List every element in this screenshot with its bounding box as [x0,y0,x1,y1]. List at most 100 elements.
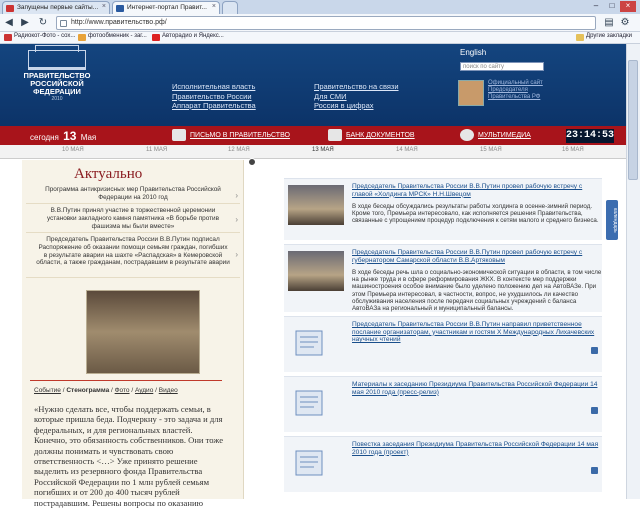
link-apparatus[interactable]: Аппарат Правительства [172,101,256,111]
page-menu-icon[interactable]: ▤ [602,16,616,30]
date-item[interactable]: 12 МАЯ [228,147,250,153]
close-window-icon[interactable]: × [620,1,636,12]
chevron-right-icon: › [235,190,238,200]
date-item[interactable]: 10 МАЯ [62,147,84,153]
link-media[interactable]: Для СМИ [314,92,399,102]
meeting-photo[interactable] [86,290,200,374]
header-links-2: Правительство на связи Для СМИ Россия в … [314,82,399,111]
actual-item[interactable]: Председатель Правительства России В.В.Пу… [26,234,240,278]
new-tab-button[interactable] [222,1,238,14]
tab-audio[interactable]: Аудио [135,387,153,394]
arrow-icon[interactable] [591,407,598,414]
minimize-icon[interactable]: – [588,1,604,12]
date-item[interactable]: 11 МАЯ [146,147,167,153]
tab-event[interactable]: Событие [34,387,61,394]
today-label: сегодня [30,133,59,142]
news-item[interactable]: Повестка заседания Президиума Правительс… [284,436,602,492]
address-bar[interactable]: http://www.правительство.рф/ [56,16,596,30]
news-item[interactable]: Председатель Правительства России В.В.Пу… [284,244,602,312]
tab-photo[interactable]: Фото [115,387,130,394]
quote-text: «Нужно сделать все, чтобы поддержать сем… [34,404,224,508]
link-contact[interactable]: Правительство на связи [314,82,399,92]
today-day: 13 [63,129,77,143]
news-item[interactable]: Материалы к заседанию Президиума Правите… [284,376,602,432]
documents-icon [328,129,342,141]
news-item[interactable]: Председатель Правительства России В.В.Пу… [284,178,602,240]
document-icon [295,330,323,356]
tab-video[interactable]: Видео [159,387,178,394]
red-menu-bar: сегодня 13 Мая ПИСЬМО В ПРАВИТЕЛЬСТВО БА… [0,126,640,145]
date-item[interactable]: 16 МАЯ [562,147,584,153]
date-item-current[interactable]: 13 МАЯ [312,147,334,153]
news-item[interactable]: Председатель Правительства России В.В.Пу… [284,316,602,372]
link-russia-figures[interactable]: Россия в цифрах [314,101,399,111]
actual-item[interactable]: Программа антикризисных мер Правительств… [26,184,240,204]
chevron-right-icon: › [235,250,238,260]
calendar-side-tab[interactable]: календарь [606,200,618,240]
close-icon[interactable]: × [102,3,106,10]
news-photo[interactable] [288,185,344,225]
clock: 23:14:53 [566,129,615,143]
news-desc: В ходе беседы обсуждались результаты раб… [352,203,599,225]
actual-item[interactable]: В.В.Путин принял участие в торжественной… [26,205,240,233]
chevron-right-icon: › [235,214,238,224]
date-strip: 10 МАЯ 11 МАЯ 12 МАЯ 13 МАЯ 14 МАЯ 15 МА… [0,145,640,159]
news-title[interactable]: Повестка заседания Президиума Правительс… [352,441,602,456]
date-item[interactable]: 14 МАЯ [396,147,418,153]
timeline-knob[interactable] [248,158,256,166]
arrow-icon[interactable] [591,467,598,474]
logo-text: ПРАВИТЕЛЬСТВО РОССИЙСКОЙ ФЕДЕРАЦИИ [23,71,91,96]
page-icon [60,20,67,27]
search-input[interactable]: поиск по сайту [460,62,544,71]
bookmarks-bar: Радиокот-Фото - сох... фотообменник - за… [0,32,640,44]
news-desc: В ходе беседы речь шла о социально-эконо… [352,269,602,313]
url-text: http://www.правительство.рф/ [71,19,167,26]
divider [30,380,222,381]
navigation-bar: ◀ ▶ ↻ http://www.правительство.рф/ ▤ ⚙ [0,14,640,32]
browser-tab-2[interactable]: Интернет-портал Правит... × [112,1,220,14]
browser-tab-1[interactable]: Запущены первые сайты... × [2,1,110,14]
letter-icon [172,129,186,141]
date-item[interactable]: 15 МАЯ [480,147,502,153]
site-logo[interactable]: ПРАВИТЕЛЬСТВО РОССИЙСКОЙ ФЕДЕРАЦИИ 2010 [18,45,96,120]
news-title[interactable]: Председатель Правительства России В.В.Пу… [352,321,602,344]
today-date: сегодня 13 Мая [30,129,96,143]
reload-icon[interactable]: ↻ [36,16,50,30]
close-icon[interactable]: × [212,3,216,10]
language-link[interactable]: English [460,48,486,57]
back-icon[interactable]: ◀ [2,16,16,30]
header-links-1: Исполнительная власть Правительство Росс… [172,82,256,111]
news-photo[interactable] [288,251,344,291]
scrollbar-thumb[interactable] [628,60,638,180]
actual-item-text: В.В.Путин принял участие в торжественной… [46,207,220,230]
link-executive-power[interactable]: Исполнительная власть [172,82,256,92]
logo-year: 2010 [51,96,63,102]
premier-photo[interactable] [458,80,484,106]
news-title[interactable]: Председатель Правительства России В.В.Пу… [352,249,602,264]
today-month: Мая [80,133,97,142]
document-icon [295,450,323,476]
documents-link[interactable]: БАНК ДОКУМЕНТОВ [346,132,415,139]
document-icon [295,390,323,416]
tab-label: Запущены первые сайты... [17,4,99,11]
other-bookmarks[interactable]: Другие закладки [576,33,632,43]
premier-site-link[interactable]: Официальный сайт Председателя Правительс… [488,80,568,101]
bookmark-item[interactable]: Радиокот-Фото - сох... [4,33,75,43]
bookmark-label: фотообменник - заг... [88,33,147,39]
site-header: ПРАВИТЕЛЬСТВО РОССИЙСКОЙ ФЕДЕРАЦИИ 2010 … [0,44,640,126]
link-government[interactable]: Правительство России [172,92,256,102]
news-title[interactable]: Материалы к заседанию Президиума Правите… [352,381,602,396]
news-title[interactable]: Председатель Правительства России В.В.Пу… [352,183,602,198]
tab-label: Интернет-портал Правит... [127,4,207,11]
bookmark-label: Авторадио и Яндекс... [162,33,224,39]
bookmark-item[interactable]: Авторадио и Яндекс... [152,33,224,43]
bookmark-item[interactable]: фотообменник - заг... [78,33,147,43]
forward-icon[interactable]: ▶ [18,16,32,30]
maximize-icon[interactable]: □ [604,1,620,12]
arrow-icon[interactable] [591,347,598,354]
multimedia-link[interactable]: МУЛЬТИМЕДИА [478,132,531,139]
letter-link[interactable]: ПИСЬМО В ПРАВИТЕЛЬСТВО [190,132,290,139]
wrench-icon[interactable]: ⚙ [618,16,632,30]
tab-transcript[interactable]: Стенограмма [66,387,109,394]
actual-heading: Актуально [74,166,143,182]
